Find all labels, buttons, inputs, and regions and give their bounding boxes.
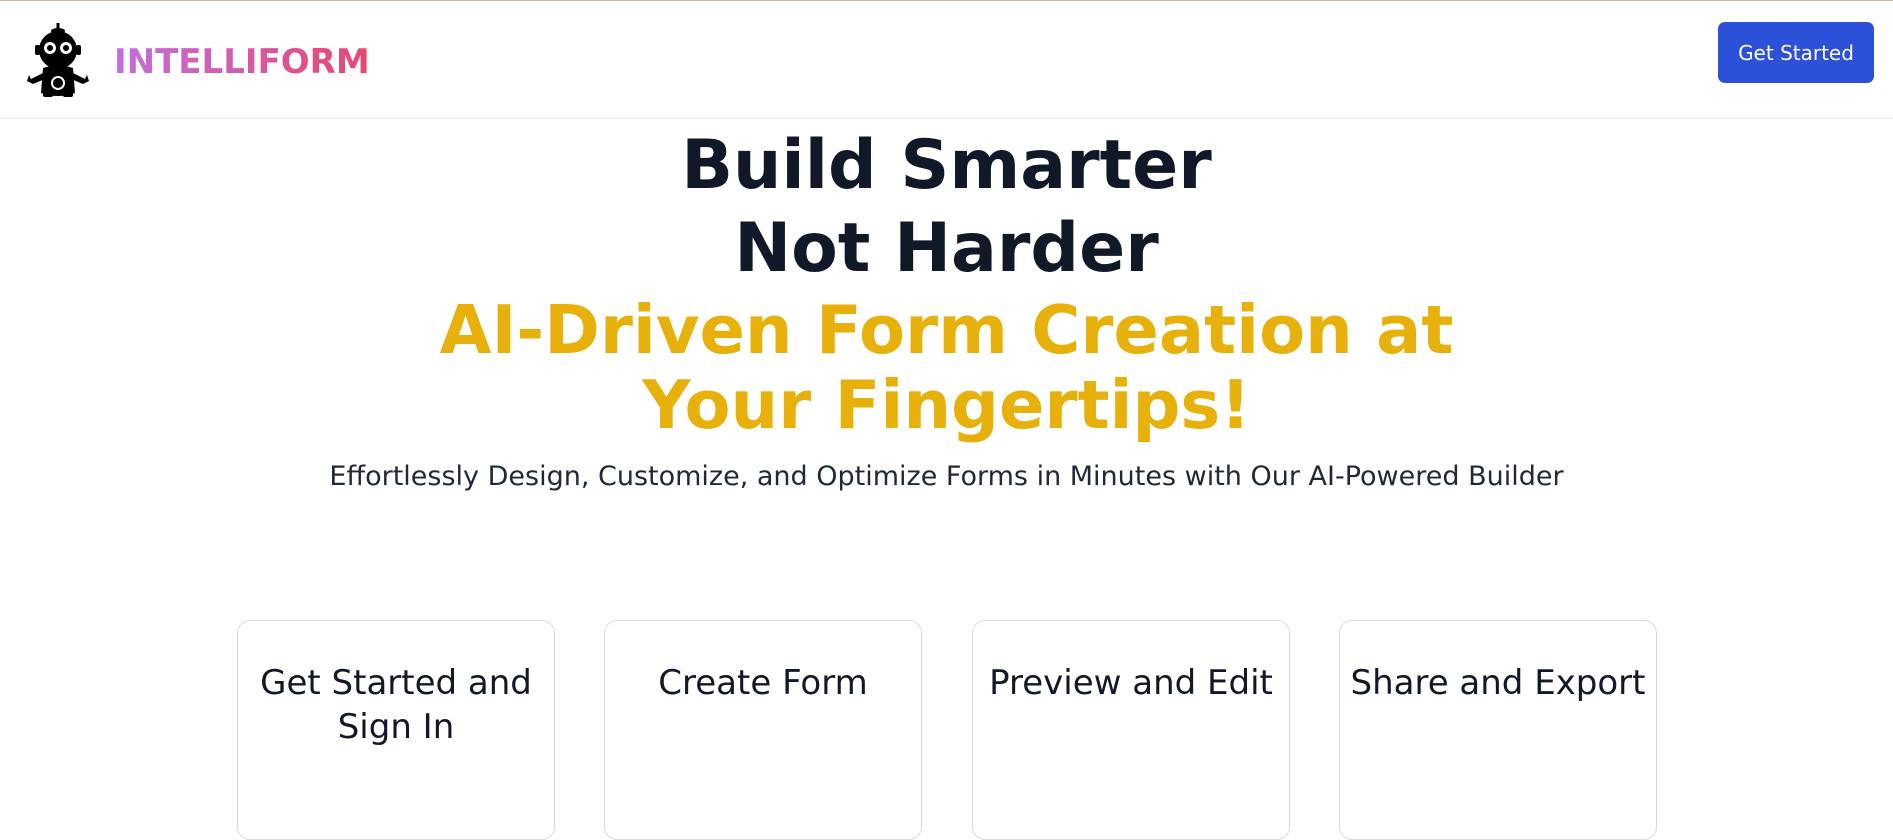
- step-card-create-form[interactable]: Create Form: [604, 620, 922, 840]
- robot-mascot-icon[interactable]: [25, 21, 91, 99]
- step-card-title: Share and Export: [1350, 663, 1646, 703]
- step-card-share-export[interactable]: Share and Export: [1339, 620, 1657, 840]
- navbar: INTELLIFORM Get Started: [0, 1, 1893, 119]
- step-card-title: Get Started and Sign In: [260, 663, 532, 747]
- hero-title-line-2: Not Harder: [734, 209, 1159, 288]
- hero-title-line-1: Build Smarter: [681, 126, 1212, 205]
- step-card-preview-edit[interactable]: Preview and Edit: [972, 620, 1290, 840]
- step-card-title: Create Form: [658, 663, 868, 703]
- get-started-button[interactable]: Get Started: [1718, 22, 1874, 83]
- hero-subtitle: Effortlessly Design, Customize, and Opti…: [329, 461, 1564, 492]
- step-card-title: Preview and Edit: [989, 663, 1273, 703]
- hero-highlight: AI-Driven Form Creation at Your Fingerti…: [439, 291, 1454, 444]
- brand-name[interactable]: INTELLIFORM: [114, 41, 370, 83]
- step-card-get-started[interactable]: Get Started and Sign In: [237, 620, 555, 840]
